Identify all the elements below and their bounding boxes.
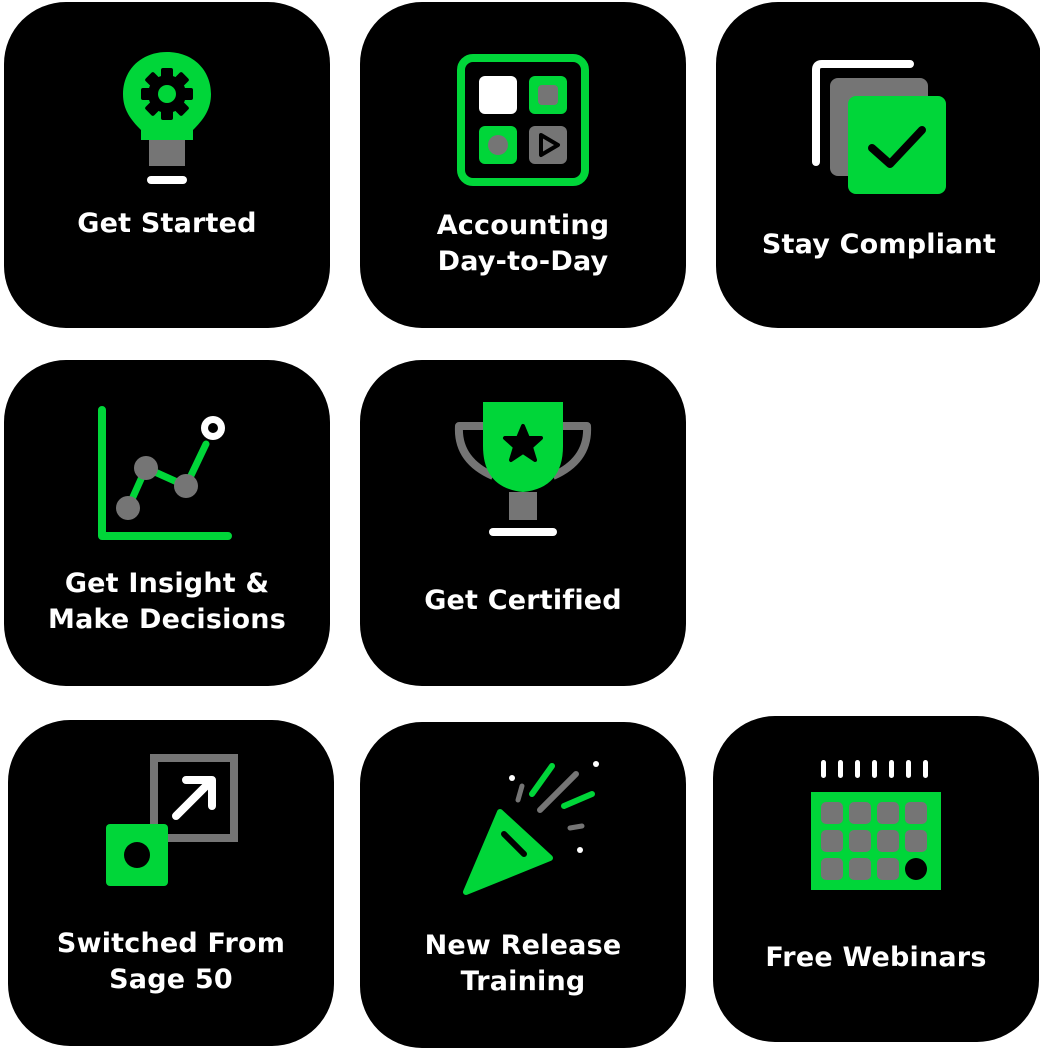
line-graph-icon xyxy=(98,406,232,540)
tile-label: Get Insight & Make Decisions xyxy=(48,568,286,635)
tile-switched-from-sage-50[interactable]: Switched From Sage 50 xyxy=(8,720,334,1046)
calendar-icon xyxy=(811,760,941,890)
lightbulb-gear-icon xyxy=(123,52,211,184)
tile-get-certified[interactable]: Get Certified xyxy=(360,360,686,686)
tile-free-webinars[interactable]: Free Webinars xyxy=(713,716,1039,1042)
tile-label: Stay Compliant xyxy=(761,229,997,260)
app-grid-icon xyxy=(457,54,589,186)
checked-documents-icon xyxy=(812,60,946,194)
tile-get-started[interactable]: Get Started xyxy=(4,2,330,328)
tile-accounting-day-to-day[interactable]: Accounting Day-to-Day xyxy=(360,2,686,328)
party-popper-icon xyxy=(463,761,599,895)
tile-get-insight[interactable]: Get Insight & Make Decisions xyxy=(4,360,330,686)
tile-label: Get Started xyxy=(77,208,257,239)
tile-stay-compliant[interactable]: Stay Compliant xyxy=(716,2,1040,328)
tile-label: New Release Training xyxy=(424,930,622,997)
tile-label: Free Webinars xyxy=(765,942,987,973)
trophy-icon xyxy=(454,402,592,536)
tile-label: Accounting Day-to-Day xyxy=(436,210,610,277)
switch-arrow-icon xyxy=(106,754,238,886)
tile-label: Get Certified xyxy=(424,585,622,616)
tile-new-release-training[interactable]: New Release Training xyxy=(360,722,686,1048)
tile-label: Switched From Sage 50 xyxy=(56,928,286,995)
